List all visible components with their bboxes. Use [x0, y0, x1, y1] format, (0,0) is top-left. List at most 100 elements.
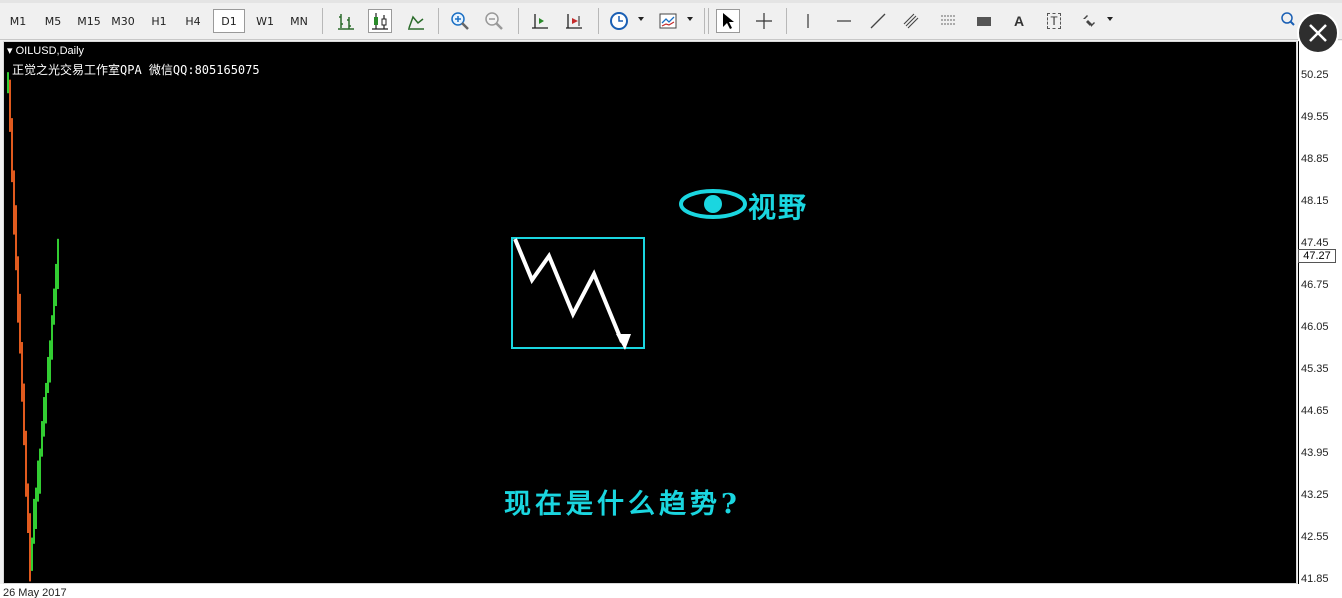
price-label: 46.75: [1301, 279, 1329, 291]
candle-bar: [43, 397, 45, 437]
cursor-icon: [723, 13, 734, 29]
price-label: 46.05: [1301, 321, 1329, 333]
toolbar-separator: [322, 8, 323, 34]
price-label: 43.25: [1301, 489, 1329, 501]
line-chart-button[interactable]: [404, 9, 428, 33]
autoscroll-icon: [532, 14, 548, 29]
candle-bar: [31, 537, 33, 571]
trend-question: 现在是什么趋势?: [504, 489, 741, 520]
trend-frame-rectangle: [511, 237, 645, 349]
trendline-icon: [870, 13, 886, 29]
line-chart-icon: [408, 15, 424, 30]
zoom-out-icon: [485, 12, 503, 30]
chevron-down-icon: [687, 17, 693, 21]
fibonacci-tool-button[interactable]: [936, 9, 960, 33]
arrows-tool-button[interactable]: [1077, 9, 1101, 33]
vertical-line-tool-button[interactable]: [796, 9, 820, 33]
price-label: 42.55: [1301, 531, 1329, 543]
toolbar-separator: [518, 8, 519, 34]
search-icon: [1281, 12, 1295, 26]
timeframe-h1-button[interactable]: H1: [145, 9, 173, 33]
symbol-label: ▾ OILUSD,Daily: [7, 45, 85, 57]
candle-bar: [29, 513, 31, 582]
chart-toolbar: M1 M5 M15 M30 H1 H4 D1 W1 MN A T: [0, 0, 1342, 40]
text-tool-button[interactable]: A: [1007, 9, 1031, 33]
candlestick-series: [7, 72, 59, 582]
candle-bar: [17, 256, 19, 323]
close-button[interactable]: [1297, 12, 1339, 54]
candle-bar: [57, 238, 59, 290]
vertical-line-icon: [807, 14, 809, 28]
timeframe-m15-button[interactable]: M15: [74, 9, 104, 33]
toolbar-separator: [438, 8, 439, 34]
channel-icon: [903, 13, 919, 29]
crosshair-tool-button[interactable]: [752, 9, 776, 33]
timeframe-h4-button[interactable]: H4: [179, 9, 207, 33]
price-label: 44.65: [1301, 405, 1329, 417]
channel-tool-button[interactable]: [900, 9, 924, 33]
bar-chart-button[interactable]: [334, 9, 358, 33]
title-bar-remnant: [0, 0, 1342, 3]
timeframe-mn-button[interactable]: MN: [284, 9, 314, 33]
candle-bar: [47, 356, 49, 394]
time-axis[interactable]: [0, 584, 1342, 598]
eye-pupil-icon: [704, 195, 722, 213]
chart-shift-button[interactable]: [562, 9, 586, 33]
timeframe-w1-button[interactable]: W1: [250, 9, 280, 33]
periods-button[interactable]: [607, 9, 631, 33]
price-label: 49.55: [1301, 111, 1329, 123]
timeframe-m5-button[interactable]: M5: [40, 9, 66, 33]
candle-bar: [19, 293, 21, 354]
candle-bar: [51, 315, 53, 360]
timeframe-m30-button[interactable]: M30: [108, 9, 138, 33]
price-label: 48.15: [1301, 195, 1329, 207]
chart-autoscroll-button[interactable]: [528, 9, 552, 33]
candle-bar: [37, 460, 39, 502]
candle-bar: [41, 421, 43, 457]
vision-title: 视野: [748, 191, 809, 224]
timeframe-d1-button[interactable]: D1: [213, 9, 245, 33]
candle-bar: [13, 170, 15, 235]
price-label: 50.25: [1301, 69, 1329, 81]
date-label: 26 May 2017: [3, 587, 67, 598]
indicators-button[interactable]: [656, 9, 680, 33]
crosshair-icon: [756, 13, 772, 29]
arrows-icon: [1083, 15, 1095, 27]
candle-bar: [49, 340, 51, 383]
chevron-down-icon: [638, 17, 644, 21]
toolbar-separator: [786, 8, 787, 34]
toolbar-separator: [598, 8, 599, 34]
candle-bar: [15, 205, 17, 271]
close-icon: [1309, 24, 1327, 42]
rectangle-icon: [977, 17, 991, 26]
horizontal-line-icon: [837, 20, 851, 22]
rectangle-tool-button[interactable]: [972, 9, 996, 33]
toolbar-separator: [704, 8, 705, 34]
candle-bar: [55, 263, 57, 307]
text-label-tool-button[interactable]: T: [1042, 9, 1066, 33]
chart-comment: 正觉之光交易工作室QPA 微信QQ:805165075: [12, 63, 260, 77]
cursor-tool-button[interactable]: [716, 9, 740, 33]
horizontal-line-tool-button[interactable]: [832, 9, 856, 33]
zoom-in-button[interactable]: [448, 9, 472, 33]
price-label: 48.85: [1301, 153, 1329, 165]
price-label: 47.45: [1301, 237, 1329, 249]
timeframe-m1-button[interactable]: M1: [6, 9, 30, 33]
zoom-out-button[interactable]: [482, 9, 506, 33]
candle-bar: [7, 72, 9, 94]
candle-bar: [25, 430, 27, 497]
trendline-tool-button[interactable]: [866, 9, 890, 33]
metatrader-window: M1 M5 M15 M30 H1 H4 D1 W1 MN A T ▾ OILUS…: [0, 0, 1342, 598]
bar-chart-icon: [338, 14, 354, 30]
candle-bar: [9, 79, 11, 132]
candle-bar: [53, 288, 55, 325]
zoom-in-icon: [451, 12, 469, 30]
candle-bar: [35, 487, 37, 530]
fibonacci-icon: [941, 15, 955, 25]
candle-bar: [39, 448, 41, 494]
candle-bar: [27, 483, 29, 534]
chevron-down-icon: [1107, 17, 1113, 21]
candlestick-chart-button[interactable]: [368, 9, 392, 33]
candle-bar: [45, 382, 47, 424]
current-price-marker: 47.27: [1298, 249, 1336, 263]
